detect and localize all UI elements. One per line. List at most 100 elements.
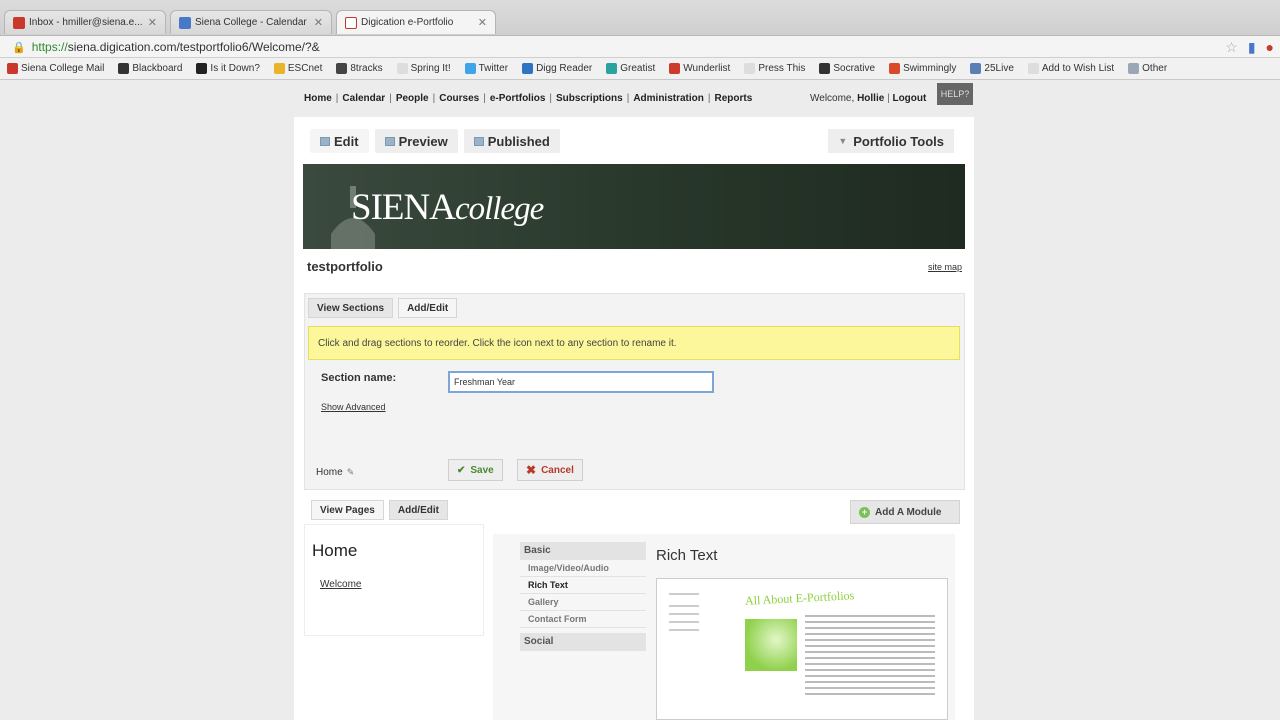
- tab-label: Digication e-Portfolio: [361, 17, 454, 28]
- nav-item-subscriptions[interactable]: Subscriptions: [556, 93, 623, 104]
- bookmarks-bar: Siena College Mail Blackboard Is it Down? E…: [0, 58, 1280, 80]
- portfolio-tools-button[interactable]: ▼ Portfolio Tools: [828, 129, 954, 153]
- triangle-down-icon: ▼: [838, 136, 848, 146]
- reorder-notice: Click and drag sections to reorder. Clic…: [308, 326, 960, 360]
- nav-item-calendar[interactable]: Calendar: [342, 93, 385, 104]
- preview-heading: All About E-Portfolios: [744, 588, 855, 608]
- close-icon[interactable]: ✕: [148, 16, 157, 29]
- nav-item-courses[interactable]: Courses: [439, 93, 479, 104]
- published-icon: [473, 136, 484, 146]
- bookmark-item[interactable]: Digg Reader: [515, 63, 599, 74]
- module-contact-form[interactable]: Contact Form: [520, 611, 646, 628]
- edit-tabs: Edit Preview Published: [310, 129, 560, 153]
- module-image-video-audio[interactable]: Image/Video/Audio: [520, 560, 646, 577]
- nav-item-e-portfolios[interactable]: e-Portfolios: [490, 93, 546, 104]
- bookmark-item[interactable]: Twitter: [458, 63, 515, 74]
- nav-item-administration[interactable]: Administration: [633, 93, 704, 104]
- nav-separator: |: [335, 93, 339, 104]
- top-nav: Home | Calendar | People | Courses | e-Portfolio…: [304, 93, 752, 104]
- nav-separator: |: [626, 93, 630, 104]
- nav-separator: |: [549, 93, 553, 104]
- browser-tab-bar: Inbox - hmiller@siena.e... ✕ Siena Colle…: [0, 0, 1280, 36]
- browser-tab-calendar[interactable]: Siena College - Calendar ✕: [170, 10, 332, 34]
- preview-text-lines: [805, 615, 935, 699]
- logo-italic: college: [454, 191, 544, 227]
- plus-icon: +: [859, 506, 870, 518]
- tab-view-sections[interactable]: View Sections: [308, 298, 394, 318]
- nav-item-reports[interactable]: Reports: [714, 93, 752, 104]
- bookmark-icon: [1027, 63, 1039, 74]
- tab-view-pages[interactable]: View Pages: [311, 500, 384, 520]
- bookmark-item[interactable]: Other: [1121, 63, 1174, 74]
- star-icon[interactable]: ☆: [1225, 39, 1238, 56]
- bookmark-item[interactable]: Wunderlist: [662, 63, 737, 74]
- bookmark-item[interactable]: Spring It!: [390, 63, 458, 74]
- site-map-link[interactable]: site map: [928, 262, 962, 272]
- add-module-label: Add A Module: [875, 506, 942, 518]
- section-tabs: View Sections Add/Edit: [308, 298, 458, 318]
- tab-label: Siena College - Calendar: [195, 17, 307, 28]
- bookmark-label: ESCnet: [287, 63, 323, 74]
- bookmark-label: Digg Reader: [536, 63, 593, 74]
- close-icon[interactable]: ✕: [478, 16, 487, 29]
- nav-item-home[interactable]: Home: [304, 93, 332, 104]
- bookmark-item[interactable]: 8tracks: [329, 63, 389, 74]
- section-name-input[interactable]: [448, 371, 714, 393]
- bookmark-item[interactable]: ESCnet: [267, 63, 329, 74]
- bookmark-item[interactable]: Add to Wish List: [1021, 63, 1121, 74]
- module-gallery[interactable]: Gallery: [520, 594, 646, 611]
- digication-icon: [345, 16, 357, 29]
- save-button[interactable]: ✔ Save: [448, 459, 503, 481]
- welcome-text: Welcome, Hollie | Logout: [810, 93, 927, 104]
- module-list: Basic Image/Video/Audio Rich Text Galler…: [520, 542, 646, 651]
- nav-item-people[interactable]: People: [396, 93, 429, 104]
- user-name: Hollie: [857, 93, 885, 104]
- browser-tab-inbox[interactable]: Inbox - hmiller@siena.e... ✕: [4, 10, 166, 34]
- bookmark-item[interactable]: Blackboard: [111, 63, 189, 74]
- bookmark-icon: [819, 63, 831, 74]
- nav-separator: |: [483, 93, 486, 104]
- help-button[interactable]: HELP?: [937, 83, 973, 105]
- close-icon[interactable]: ✕: [314, 16, 323, 29]
- bookmark-item[interactable]: Swimmingly: [882, 63, 963, 74]
- editor-panel: Edit Preview Published ▼ Portfolio Tools…: [294, 117, 974, 720]
- tab-preview[interactable]: Preview: [374, 129, 458, 153]
- tab-edit[interactable]: Edit: [310, 129, 369, 153]
- section-name: Home: [316, 467, 343, 478]
- lock-icon: 🔒: [12, 41, 26, 54]
- browser-tab-digication[interactable]: Digication e-Portfolio ✕: [336, 10, 496, 34]
- bookmark-icon: [196, 63, 208, 74]
- tab-label: Published: [487, 133, 550, 149]
- bookmark-icon: [396, 63, 408, 74]
- bookmark-icon: [744, 63, 756, 74]
- bookmark-icon: [273, 63, 285, 74]
- group-social: Social: [520, 633, 646, 651]
- tab-published[interactable]: Published: [463, 129, 560, 153]
- extension-icon[interactable]: ●: [1266, 39, 1274, 56]
- bookmark-icon: [970, 63, 982, 74]
- bookmark-item[interactable]: Siena College Mail: [0, 63, 111, 74]
- page-tabs: View Pages Add/Edit: [311, 500, 448, 520]
- show-advanced-link[interactable]: Show Advanced: [321, 402, 386, 412]
- section-item-home[interactable]: Home ✎: [316, 467, 354, 478]
- cancel-button[interactable]: ✖ Cancel: [517, 459, 583, 481]
- module-rich-text[interactable]: Rich Text: [520, 577, 646, 594]
- bookmark-item[interactable]: Greatist: [599, 63, 662, 74]
- bookmark-label: Siena College Mail: [21, 63, 105, 74]
- extension-icon[interactable]: ▮: [1248, 39, 1256, 56]
- bookmark-icon: [118, 63, 130, 74]
- bookmark-icon: [7, 63, 18, 74]
- bookmark-item[interactable]: 25Live: [963, 63, 1020, 74]
- url-field[interactable]: 🔒 https://siena.digication.com/testportf…: [12, 38, 1212, 56]
- logout-link[interactable]: Logout: [892, 93, 926, 104]
- bookmark-item[interactable]: Press This: [737, 63, 812, 74]
- bookmark-item[interactable]: Is it Down?: [189, 63, 266, 74]
- tab-add-edit-sections[interactable]: Add/Edit: [398, 298, 458, 318]
- add-module-button[interactable]: + Add A Module: [850, 500, 960, 524]
- bookmark-icon: [669, 63, 681, 74]
- bookmark-item[interactable]: Socrative: [812, 63, 882, 74]
- tab-add-edit-pages[interactable]: Add/Edit: [388, 500, 448, 520]
- bookmark-icon: [889, 63, 901, 74]
- rename-icon[interactable]: ✎: [347, 467, 355, 478]
- page-item-welcome[interactable]: Welcome: [320, 579, 362, 590]
